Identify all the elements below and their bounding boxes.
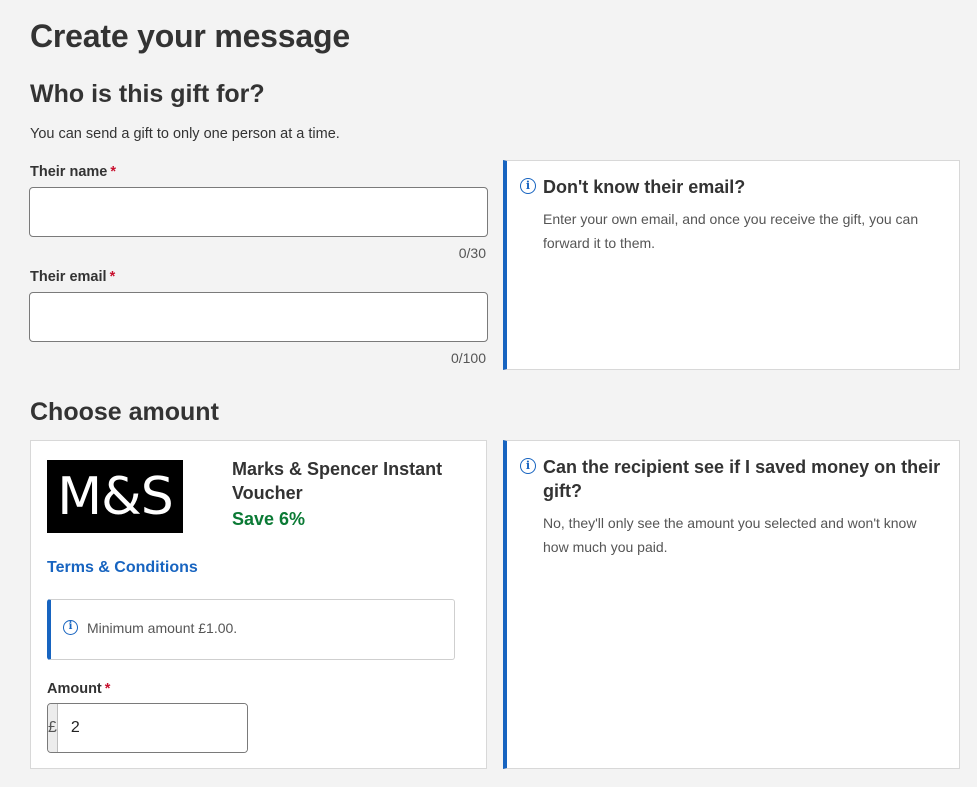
amount-input[interactable] xyxy=(57,704,247,752)
amount-field: £ xyxy=(47,703,248,753)
recipient-heading: Who is this gift for? xyxy=(30,80,265,108)
ms-logo: M&S xyxy=(47,460,183,533)
their-name-input[interactable] xyxy=(29,187,488,237)
product-name: Marks & Spencer Instant Voucher xyxy=(232,459,443,503)
savings-help-panel: i Can the recipient see if I saved money… xyxy=(503,440,960,769)
voucher-card: M&S Marks & Spencer Instant Voucher Save… xyxy=(30,440,487,769)
email-help-panel: i Don't know their email? Enter your own… xyxy=(503,160,960,370)
info-icon: i xyxy=(520,178,536,194)
email-label-text: Their email xyxy=(30,269,107,285)
their-email-input[interactable] xyxy=(29,292,488,342)
minimum-amount-text: Minimum amount £1.00. xyxy=(87,620,238,636)
savings-help-body: No, they'll only see the amount you sele… xyxy=(543,515,917,555)
amount-label-text: Amount xyxy=(47,681,102,697)
required-marker: * xyxy=(110,164,117,180)
required-marker: * xyxy=(104,681,111,697)
name-label: Their name * xyxy=(30,164,116,180)
email-help-body: Enter your own email, and once you recei… xyxy=(543,211,919,251)
info-icon: i xyxy=(63,620,78,635)
currency-prefix: £ xyxy=(48,704,58,752)
info-icon: i xyxy=(520,458,536,474)
savings-help-title: Can the recipient see if I saved money o… xyxy=(543,457,941,501)
terms-conditions-link[interactable]: Terms & Conditions xyxy=(47,559,198,577)
name-char-counter: 0/30 xyxy=(458,245,486,261)
minimum-amount-notice: i Minimum amount £1.00. xyxy=(47,599,455,660)
amount-heading: Choose amount xyxy=(30,398,219,426)
email-help-title: Don't know their email? xyxy=(543,177,746,197)
email-label: Their email * xyxy=(30,269,115,285)
amount-label: Amount * xyxy=(47,681,110,697)
email-char-counter: 0/100 xyxy=(450,350,486,366)
required-marker: * xyxy=(109,269,116,285)
recipient-subtext: You can send a gift to only one person a… xyxy=(30,126,340,142)
create-message-page: Create your message Who is this gift for… xyxy=(0,0,977,787)
name-label-text: Their name xyxy=(30,164,108,180)
save-percentage: Save 6% xyxy=(232,509,306,529)
page-title: Create your message xyxy=(30,18,350,54)
